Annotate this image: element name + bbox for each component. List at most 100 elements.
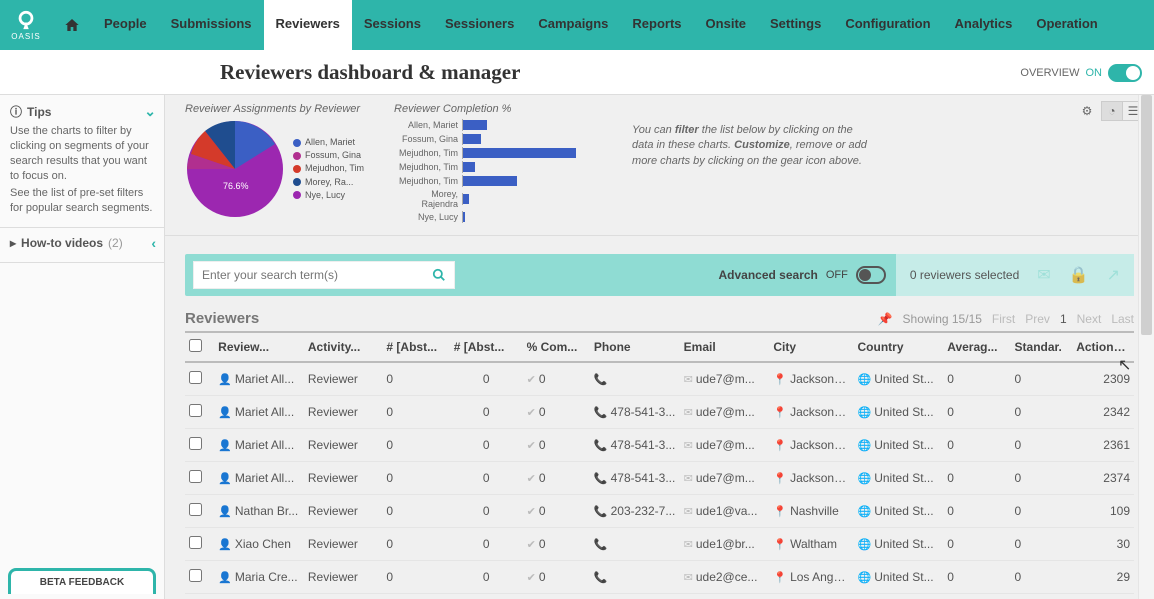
col-header[interactable]: Email (680, 332, 770, 362)
col-header[interactable]: # [Abst... (382, 332, 449, 362)
howto-panel[interactable]: ▸ How-to videos (2) ‹ (0, 228, 164, 263)
bar-row[interactable]: Nye, Lucy (394, 211, 582, 223)
nav-people[interactable]: People (92, 0, 159, 50)
page-next[interactable]: Next (1077, 312, 1102, 326)
nav-operation[interactable]: Operation (1024, 0, 1109, 50)
tips-panel[interactable]: ⓘ Tips ⌄ Use the charts to filter by cli… (0, 95, 164, 228)
row-checkbox[interactable] (189, 536, 202, 549)
bar-row[interactable]: Morey, Rajendra (394, 189, 582, 209)
col-header[interactable]: Phone (590, 332, 680, 362)
selection-panel: 0 reviewers selected ✉ 🔒 ↗ (896, 254, 1134, 296)
check-icon: ✔ (527, 473, 536, 485)
legend-item[interactable]: Nye, Lucy (293, 189, 364, 202)
home-icon[interactable] (52, 0, 92, 50)
chevron-left-icon[interactable]: ‹ (151, 235, 156, 251)
globe-icon: 🌐 (858, 506, 872, 518)
bar-row[interactable]: Mejudhon, Tim (394, 175, 582, 187)
col-header[interactable]: Activity... (304, 332, 383, 362)
row-checkbox[interactable] (189, 470, 202, 483)
nav-settings[interactable]: Settings (758, 0, 833, 50)
person-icon: 👤 (218, 440, 232, 452)
overview-toggle[interactable]: OVERVIEW ON (1020, 50, 1142, 95)
row-checkbox[interactable] (189, 404, 202, 417)
table-row[interactable]: 👤Mariet All...Reviewer00✔0📞478-541-3...✉… (185, 462, 1134, 495)
legend-item[interactable]: Fossum, Gina (293, 149, 364, 162)
beta-feedback-button[interactable]: BETA FEEDBACK (8, 568, 156, 594)
legend-item[interactable]: Mejudhon, Tim (293, 162, 364, 175)
gear-icon[interactable]: ⚙ (1076, 101, 1098, 121)
search-icon[interactable] (424, 262, 454, 288)
col-header[interactable]: Review... (214, 332, 304, 362)
envelope-icon: ✉ (684, 407, 693, 419)
bar-row[interactable]: Mejudhon, Tim (394, 161, 582, 173)
overview-state: ON (1086, 67, 1103, 79)
logo[interactable]: OASIS (0, 0, 52, 50)
tips-title: Tips (27, 105, 51, 119)
col-header[interactable]: City (769, 332, 853, 362)
nav-onsite[interactable]: Onsite (694, 0, 758, 50)
envelope-icon: ✉ (684, 506, 693, 518)
table-row[interactable]: 👤Mariet All...Reviewer00✔0📞✉ude7@m...📍Ja… (185, 362, 1134, 396)
row-checkbox[interactable] (189, 437, 202, 450)
envelope-icon[interactable]: ✉ (1037, 265, 1050, 285)
row-checkbox[interactable] (189, 503, 202, 516)
sidebar: ⓘ Tips ⌄ Use the charts to filter by cli… (0, 95, 165, 599)
row-checkbox[interactable] (189, 569, 202, 582)
pie-view-icon[interactable]: ◔ (1101, 101, 1123, 121)
page-title: Reviewers dashboard & manager (220, 60, 520, 85)
col-header[interactable]: # [Abst... (450, 332, 523, 362)
select-all-checkbox[interactable] (189, 339, 202, 352)
envelope-icon: ✉ (684, 374, 693, 386)
nav-analytics[interactable]: Analytics (943, 0, 1025, 50)
map-pin-icon: 📍 (773, 539, 787, 551)
bar-row[interactable]: Fossum, Gina (394, 133, 582, 145)
pager: 📌 Showing 15/15 First Prev 1 Next Last (878, 312, 1134, 326)
legend-item[interactable]: Allen, Mariet (293, 136, 364, 149)
check-icon: ✔ (527, 572, 536, 584)
switch-icon[interactable] (1108, 64, 1142, 82)
col-header[interactable]: Standar. (1011, 332, 1073, 362)
col-header[interactable] (185, 332, 214, 362)
nav-sessioners[interactable]: Sessioners (433, 0, 526, 50)
table-row[interactable]: 👤Xiao ChenReviewer00✔0📞✉ude1@br...📍Walth… (185, 528, 1134, 561)
globe-icon: 🌐 (858, 374, 872, 386)
nav-submissions[interactable]: Submissions (159, 0, 264, 50)
nav-reviewers[interactable]: Reviewers (264, 0, 352, 50)
search-input[interactable] (194, 262, 424, 288)
person-icon: 👤 (218, 407, 232, 419)
external-link-icon[interactable]: ↗ (1107, 265, 1120, 285)
bar-chart[interactable]: Allen, Mariet Fossum, Gina Mejudhon, Tim Me… (394, 119, 582, 223)
pie-chart[interactable]: 76.6% (185, 119, 285, 219)
bar-row[interactable]: Mejudhon, Tim (394, 147, 582, 159)
row-checkbox[interactable] (189, 371, 202, 384)
phone-icon: 📞 (594, 374, 608, 386)
chevron-down-icon[interactable]: ⌄ (144, 103, 156, 120)
overview-label: OVERVIEW (1020, 67, 1079, 79)
brand-text: OASIS (11, 32, 40, 41)
toggle-icon[interactable] (856, 266, 886, 284)
table-row[interactable]: 👤Mariet All...Reviewer00✔0📞478-541-3...✉… (185, 429, 1134, 462)
nav-reports[interactable]: Reports (620, 0, 693, 50)
pin-icon[interactable]: 📌 (878, 312, 893, 326)
advanced-search[interactable]: Advanced search OFF (718, 266, 895, 284)
page-last[interactable]: Last (1111, 312, 1134, 326)
lock-icon[interactable]: 🔒 (1069, 265, 1089, 285)
bar-row[interactable]: Allen, Mariet (394, 119, 582, 131)
table-row[interactable]: 👤Nathan Br...Reviewer00✔0📞203-232-7...✉u… (185, 495, 1134, 528)
page-prev[interactable]: Prev (1025, 312, 1050, 326)
check-icon: ✔ (527, 440, 536, 452)
col-header[interactable]: % Com... (523, 332, 590, 362)
nav-configuration[interactable]: Configuration (833, 0, 942, 50)
nav-campaigns[interactable]: Campaigns (526, 0, 620, 50)
col-header[interactable]: Averag... (943, 332, 1010, 362)
scrollbar[interactable] (1138, 95, 1154, 599)
legend-item[interactable]: Morey, Ra... (293, 176, 364, 189)
table-row[interactable]: 👤Mariet All...Reviewer00✔0📞478-541-3...✉… (185, 396, 1134, 429)
grid-title: Reviewers (185, 310, 259, 327)
col-header[interactable]: Country (854, 332, 944, 362)
col-header[interactable]: Actions ⚙ (1072, 332, 1134, 362)
page-first[interactable]: First (992, 312, 1015, 326)
nav-sessions[interactable]: Sessions (352, 0, 433, 50)
table-row[interactable]: 👤Maria Cre...Reviewer00✔0📞✉ude2@ce...📍Lo… (185, 561, 1134, 594)
envelope-icon: ✉ (684, 572, 693, 584)
